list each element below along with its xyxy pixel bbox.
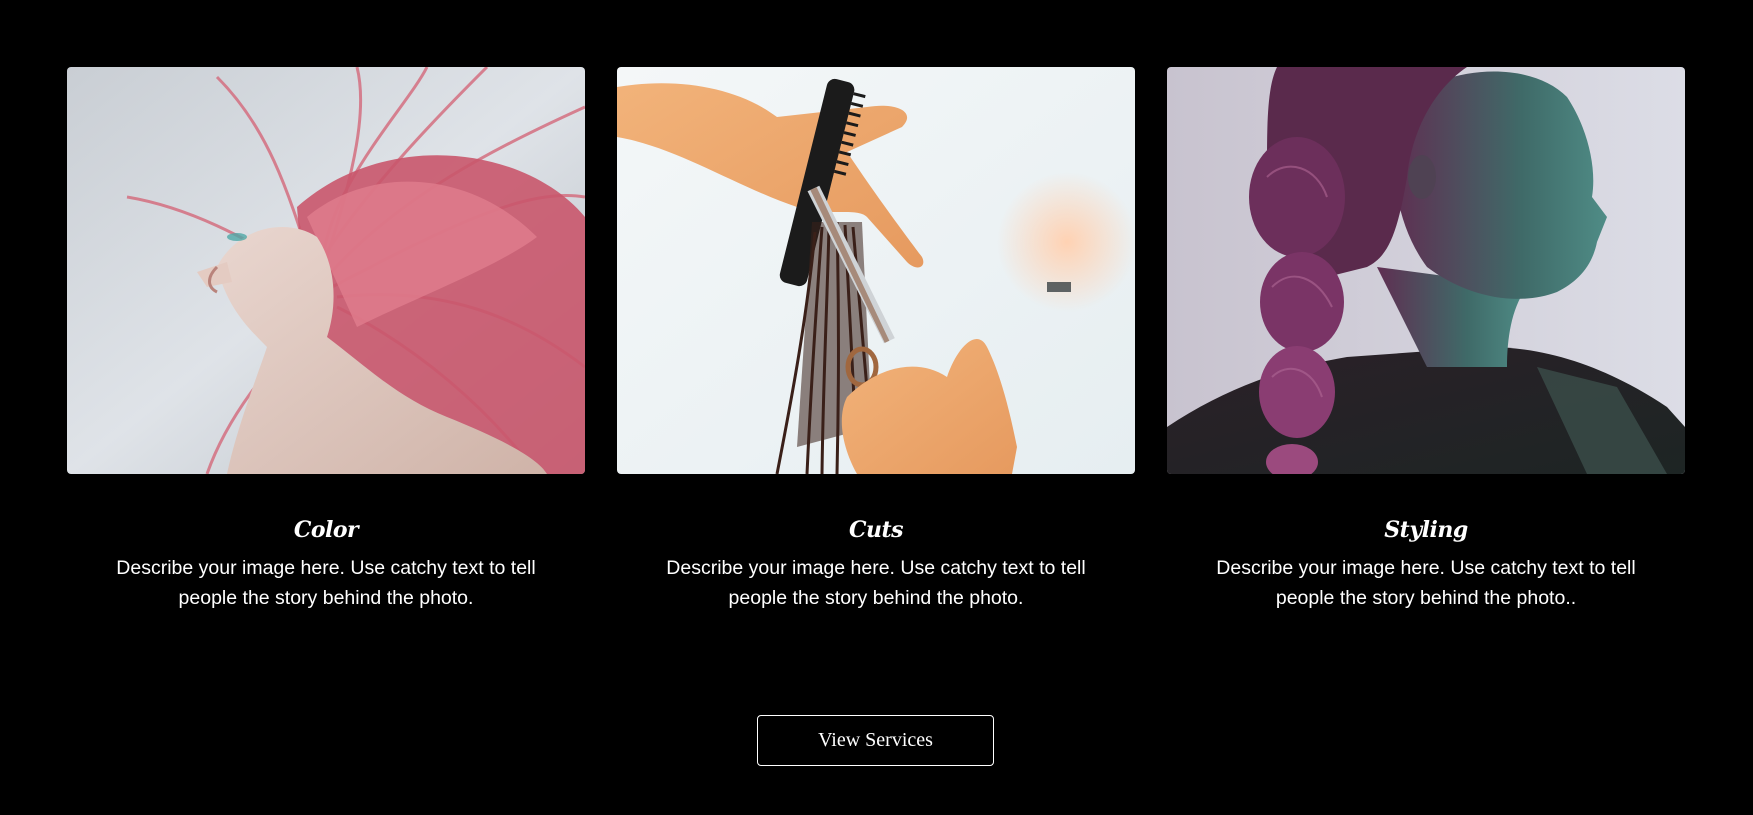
service-card-cuts: Cuts Describe your image here. Use catch… xyxy=(617,67,1135,613)
card-description: Describe your image here. Use catchy tex… xyxy=(116,557,536,609)
card-description: Describe your image here. Use catchy tex… xyxy=(666,557,1086,609)
card-title: Cuts xyxy=(848,517,904,543)
card-title: Styling xyxy=(1384,517,1468,543)
haircut-scissors-comb-photo xyxy=(617,67,1135,474)
card-description: Describe your image here. Use catchy tex… xyxy=(1216,557,1636,609)
card-title: Color xyxy=(293,517,359,543)
services-gallery: Color Describe your image here. Use catc… xyxy=(67,67,1685,613)
service-card-styling: Styling Describe your image here. Use ca… xyxy=(1167,67,1685,613)
braided-hair-woman-photo xyxy=(1167,67,1685,474)
service-card-color: Color Describe your image here. Use catc… xyxy=(67,67,585,613)
view-services-button[interactable]: View Services xyxy=(757,715,994,766)
pink-hair-woman-photo xyxy=(67,67,585,474)
